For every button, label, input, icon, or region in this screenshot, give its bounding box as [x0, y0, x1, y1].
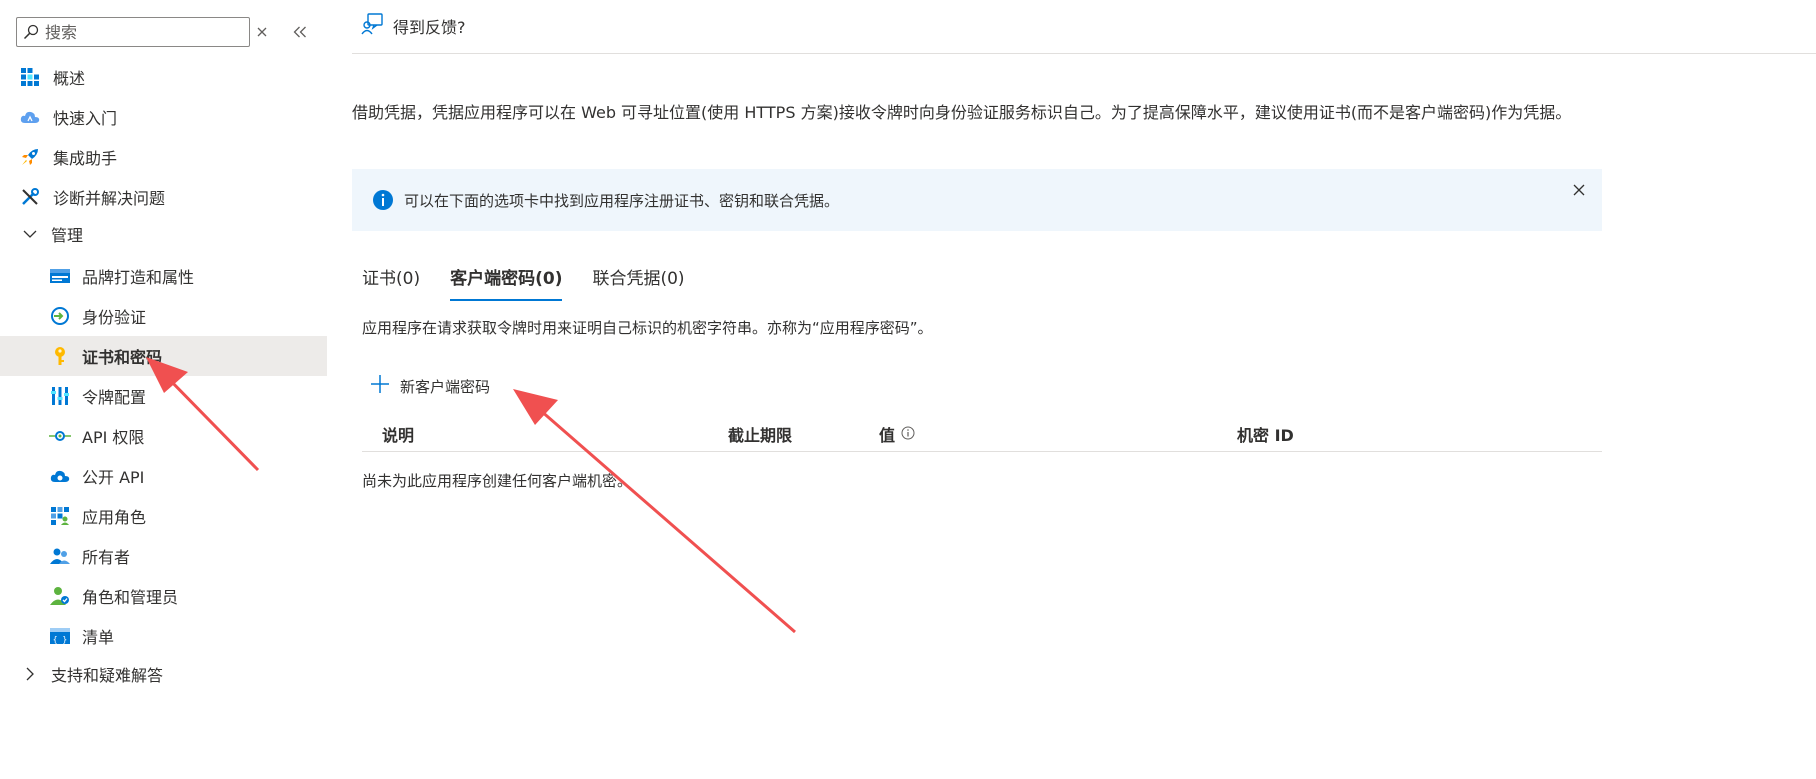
roles-admins-icon [49, 585, 71, 607]
tab-federated-credentials[interactable]: 联合凭据(0) [592, 265, 684, 301]
close-icon [257, 27, 267, 37]
feedback-button[interactable]: 得到反馈? [361, 11, 466, 41]
authentication-icon [49, 305, 71, 327]
sidebar-item-label: 支持和疑难解答 [51, 666, 164, 685]
svg-text:{ }: { } [53, 635, 67, 644]
sidebar-item-quickstart[interactable]: 快速入门 [0, 97, 327, 137]
search-input[interactable] [45, 22, 235, 42]
sidebar-item-label: 应用角色 [82, 508, 147, 527]
client-secrets-description: 应用程序在请求获取令牌时用来证明自己标识的机密字符串。亦称为“应用程序密码”。 [362, 319, 933, 337]
close-icon [1573, 184, 1585, 196]
sidebar-group-manage[interactable]: 管理 [0, 214, 327, 254]
client-secrets-table: 说明 截止期限 值 机密 ID [362, 412, 1602, 452]
sidebar-item-expose-api[interactable]: 公开 API [0, 456, 327, 496]
sidebar-group-support[interactable]: 支持和疑难解答 [0, 654, 327, 694]
sidebar-item-label: 诊断并解决问题 [53, 189, 166, 208]
clear-search-button[interactable] [252, 22, 272, 42]
manifest-icon: { } [49, 625, 71, 647]
collapse-sidebar-button[interactable] [290, 22, 310, 42]
sidebar-item-label: 身份验证 [82, 308, 147, 327]
search-icon [23, 24, 39, 40]
overview-grid-icon [19, 66, 41, 88]
sidebar-item-authentication[interactable]: 身份验证 [0, 296, 327, 336]
sidebar-item-app-roles[interactable]: 应用角色 [0, 496, 327, 536]
sidebar-item-label: 集成助手 [53, 149, 118, 168]
credentials-description: 借助凭据，凭据应用程序可以在 Web 可寻址位置(使用 HTTPS 方案)接收令… [352, 103, 1572, 122]
app-roles-grid-icon [49, 505, 71, 527]
column-header-value: 值 [879, 422, 915, 446]
sidebar-item-integration-assistant[interactable]: 集成助手 [0, 137, 327, 177]
sidebar-item-certificates-secrets[interactable]: 证书和密码 [0, 336, 327, 376]
wrench-tools-icon [19, 186, 41, 208]
sidebar-item-label: 角色和管理员 [82, 588, 179, 607]
rocket-icon [19, 146, 41, 168]
sidebar-item-branding[interactable]: 品牌打造和属性 [0, 256, 327, 296]
plus-icon [370, 374, 390, 398]
column-header-expires: 截止期限 [728, 422, 792, 446]
column-header-label: 说明 [382, 426, 415, 445]
cloud-api-icon [49, 465, 71, 487]
sidebar-item-label: 证书和密码 [82, 348, 163, 367]
sidebar-item-label: 快速入门 [53, 109, 118, 128]
feedback-person-icon [361, 12, 383, 39]
feedback-label: 得到反馈? [393, 17, 466, 37]
api-permissions-icon [49, 425, 71, 447]
double-chevron-left-icon [293, 26, 306, 38]
sidebar-item-label: 清单 [82, 628, 115, 647]
owners-people-icon [49, 545, 71, 567]
table-header: 说明 截止期限 值 机密 ID [362, 412, 1602, 452]
tab-client-secrets[interactable]: 客户端密码(0) [450, 265, 563, 301]
info-message-bar: 可以在下面的选项卡中找到应用程序注册证书、密钥和联合凭据。 [352, 169, 1602, 231]
sidebar-item-label: 概述 [53, 69, 86, 88]
sidebar-item-diagnose[interactable]: 诊断并解决问题 [0, 177, 327, 217]
sidebar-item-owners[interactable]: 所有者 [0, 536, 327, 576]
tab-certificates[interactable]: 证书(0) [362, 265, 420, 301]
main-content: 得到反馈? 借助凭据，凭据应用程序可以在 Web 可寻址位置(使用 HTTPS … [352, 0, 1816, 779]
column-header-label: 截止期限 [728, 426, 793, 445]
search-box[interactable] [16, 17, 250, 47]
new-client-secret-button[interactable]: 新客户端密码 [370, 371, 490, 401]
sidebar-item-overview[interactable]: 概述 [0, 57, 327, 97]
dismiss-info-button[interactable] [1570, 181, 1588, 199]
cloud-quickstart-icon [19, 106, 41, 128]
command-bar: 得到反馈? [352, 0, 1816, 54]
info-icon [372, 189, 394, 211]
credential-tabs: 证书(0) 客户端密码(0) 联合凭据(0) [362, 265, 715, 301]
sidebar-item-label: 品牌打造和属性 [82, 268, 195, 287]
sidebar-item-roles-admins[interactable]: 角色和管理员 [0, 576, 327, 616]
sidebar-nav: 概述 快速入门 集成助手 诊断并解决问题 管理 品牌打造和属性 身份 [0, 0, 327, 779]
branding-www-icon [49, 265, 71, 287]
sidebar-item-label: 令牌配置 [82, 388, 147, 407]
sidebar-item-label: 公开 API [82, 468, 145, 487]
sidebar-item-label: API 权限 [82, 428, 145, 447]
empty-table-message: 尚未为此应用程序创建任何客户端机密。 [362, 472, 633, 490]
column-header-secret-id: 机密 ID [1237, 422, 1294, 446]
sidebar-item-label: 管理 [51, 226, 84, 245]
key-icon [49, 345, 71, 367]
column-header-label: 值 [879, 426, 896, 445]
sidebar-item-api-permissions[interactable]: API 权限 [0, 416, 327, 456]
info-circle-icon[interactable] [901, 425, 915, 444]
info-message-text: 可以在下面的选项卡中找到应用程序注册证书、密钥和联合凭据。 [404, 191, 840, 210]
sidebar-item-token-configuration[interactable]: 令牌配置 [0, 376, 327, 416]
column-header-label: 机密 ID [1237, 426, 1294, 445]
token-bars-icon [49, 385, 71, 407]
chevron-down-icon [19, 223, 41, 245]
new-client-secret-label: 新客户端密码 [400, 377, 491, 396]
chevron-right-icon [19, 663, 41, 685]
sidebar-item-label: 所有者 [82, 548, 131, 567]
column-header-description: 说明 [382, 422, 414, 446]
search-row [16, 16, 250, 48]
sidebar-item-manifest[interactable]: { } 清单 [0, 616, 327, 656]
